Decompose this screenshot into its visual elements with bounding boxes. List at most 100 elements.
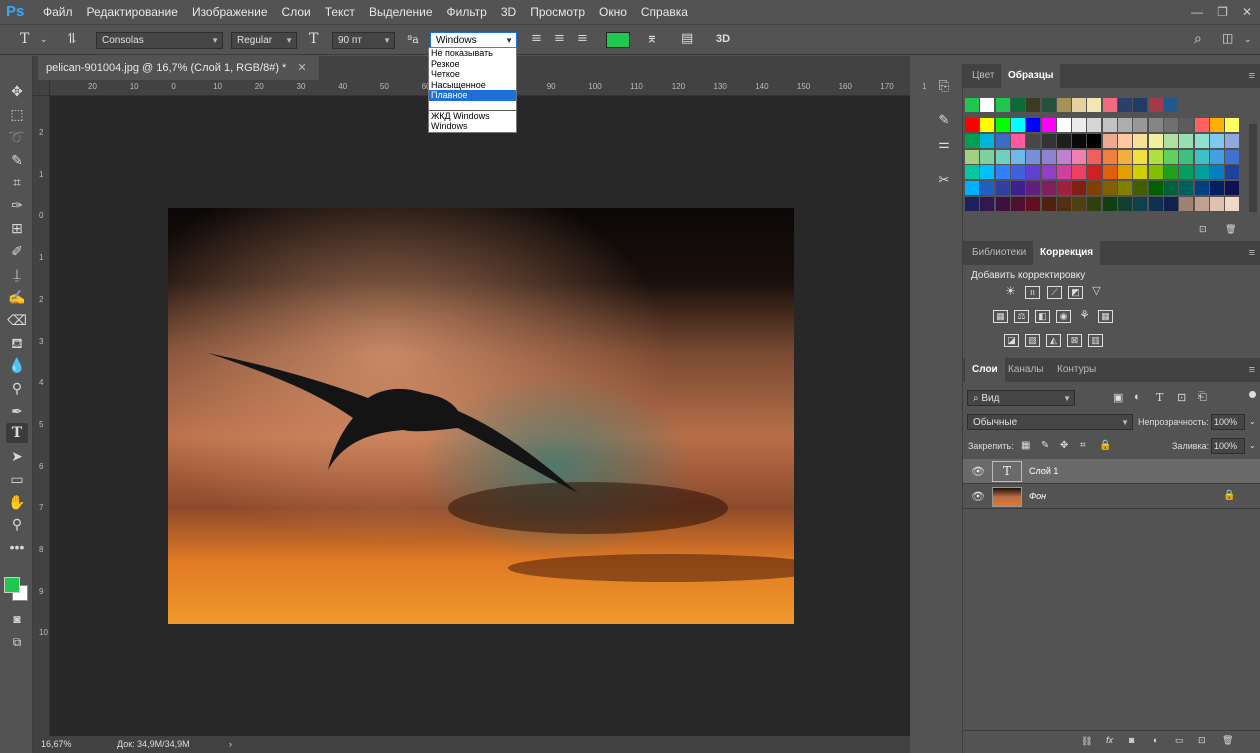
photo-filter-icon[interactable]: ◉ — [1056, 310, 1071, 323]
swatch[interactable] — [1225, 165, 1240, 180]
new-swatch-icon[interactable]: ⊡ — [1199, 224, 1207, 235]
swatch[interactable] — [980, 181, 995, 196]
invert-icon[interactable]: ◪ — [1004, 334, 1019, 347]
filter-adjustment-icon[interactable]: ◐ — [1134, 391, 1141, 403]
swatch[interactable] — [1041, 98, 1056, 112]
swatch[interactable] — [1163, 98, 1178, 112]
swatch[interactable] — [980, 149, 995, 164]
swatch[interactable] — [1087, 165, 1102, 180]
fx-icon[interactable]: fx — [1106, 735, 1113, 745]
marquee-tool-icon[interactable]: ⬚ — [6, 104, 28, 124]
tab-color[interactable]: Цвет — [965, 64, 1001, 88]
foreground-color-swatch[interactable] — [4, 577, 20, 593]
curves-icon[interactable]: ⟋ — [1047, 286, 1062, 299]
swatch[interactable] — [1102, 181, 1117, 196]
swatch[interactable] — [1118, 118, 1132, 132]
layer-row-background[interactable]: 👁 Фон 🔒 — [963, 484, 1260, 509]
history-brush-tool-icon[interactable]: ✍ — [6, 287, 28, 307]
swatch[interactable] — [1179, 197, 1194, 211]
rectangle-tool-icon[interactable]: ▭ — [6, 469, 28, 489]
swatch[interactable] — [980, 165, 995, 180]
delete-layer-icon[interactable]: 🗑 — [1222, 735, 1233, 746]
selective-color-icon[interactable]: ⊠ — [1067, 334, 1082, 347]
close-icon[interactable]: ✕ — [1242, 5, 1252, 19]
swatch[interactable] — [1209, 133, 1224, 148]
lock-position-icon[interactable]: ✥ — [1060, 440, 1068, 451]
aa-option-windows-lcd[interactable]: ЖКД Windows — [429, 111, 516, 122]
tab-libraries[interactable]: Библиотеки — [965, 241, 1033, 265]
swatch[interactable] — [1133, 98, 1148, 112]
swatch[interactable] — [980, 133, 995, 148]
align-right-icon[interactable]: ≡ — [577, 31, 588, 46]
swatch[interactable] — [1087, 149, 1102, 164]
swatch[interactable] — [1010, 98, 1025, 112]
menu-type[interactable]: Текст — [318, 0, 362, 24]
lock-artboard-icon[interactable]: ⌗ — [1080, 440, 1086, 451]
filter-shape-icon[interactable]: ⊡ — [1177, 391, 1186, 404]
aa-option-crisp[interactable]: Четкое — [429, 69, 516, 80]
swatch[interactable] — [1087, 181, 1102, 196]
filter-smart-object-icon[interactable]: ⎗ — [1198, 391, 1207, 404]
swatch[interactable] — [1041, 165, 1056, 180]
swatch[interactable] — [1163, 118, 1178, 132]
quick-select-tool-icon[interactable]: ✎ — [6, 150, 28, 170]
swatch[interactable] — [980, 197, 995, 211]
black-white-icon[interactable]: ◧ — [1035, 310, 1050, 323]
swatch[interactable] — [1194, 118, 1209, 132]
swatch[interactable] — [1072, 165, 1087, 180]
swatch[interactable] — [1102, 118, 1117, 132]
aa-option-none[interactable]: Не показывать — [429, 48, 516, 59]
tool-presets-icon[interactable]: ✂ — [934, 172, 954, 192]
menu-3d[interactable]: 3D — [494, 0, 523, 24]
menu-layers[interactable]: Слои — [275, 0, 318, 24]
filter-toggle-icon[interactable] — [1249, 391, 1256, 398]
vibrance-icon[interactable]: ▽ — [1089, 286, 1104, 299]
swatch[interactable] — [1179, 118, 1194, 132]
hue-saturation-icon[interactable]: ▦ — [993, 310, 1008, 323]
swatch[interactable] — [965, 98, 979, 112]
fill-input[interactable]: 100% — [1211, 438, 1245, 454]
workspace-icon[interactable]: ◫ — [1222, 31, 1233, 45]
swatch[interactable] — [1118, 149, 1132, 164]
lock-pixels-icon[interactable]: ✎ — [1041, 440, 1049, 451]
type-tool-icon[interactable]: T — [6, 423, 28, 443]
history-panel-icon[interactable]: ⎘ — [934, 78, 954, 98]
tab-paths[interactable]: Контуры — [1050, 358, 1103, 382]
menu-select[interactable]: Выделение — [362, 0, 440, 24]
swatch[interactable] — [965, 149, 979, 164]
blur-tool-icon[interactable]: 💧 — [6, 355, 28, 375]
swatch[interactable] — [1225, 118, 1240, 132]
swatch[interactable] — [1102, 197, 1117, 211]
font-family-select[interactable]: Consolas ▼ — [96, 32, 223, 49]
swatch[interactable] — [1209, 165, 1224, 180]
swatch[interactable] — [1148, 133, 1163, 148]
exposure-icon[interactable]: ◩ — [1068, 286, 1083, 299]
swatch[interactable] — [1179, 133, 1194, 148]
swatch[interactable] — [1026, 118, 1041, 132]
canvas-area[interactable] — [50, 96, 910, 736]
swatch[interactable] — [1026, 197, 1041, 211]
new-layer-icon[interactable]: ⊡ — [1198, 735, 1206, 746]
swatch[interactable] — [1026, 181, 1041, 196]
menu-image[interactable]: Изображение — [185, 0, 275, 24]
tab-layers[interactable]: Слои — [965, 358, 1005, 382]
swatch[interactable] — [1163, 197, 1178, 211]
layer-name[interactable]: Фон — [1029, 491, 1046, 501]
panel-menu-icon[interactable]: ≡ — [1249, 247, 1255, 259]
zoom-level[interactable]: 16,67% — [41, 736, 72, 753]
document-tab[interactable]: pelican-901004.jpg @ 16,7% (Слой 1, RGB/… — [38, 56, 319, 80]
swatch[interactable] — [995, 149, 1010, 164]
swatch[interactable] — [1010, 181, 1025, 196]
aa-option-windows[interactable]: Windows — [429, 121, 516, 132]
align-center-icon[interactable]: ≡ — [554, 31, 565, 46]
swatch[interactable] — [1194, 197, 1209, 211]
eraser-tool-icon[interactable]: ⌫ — [6, 310, 28, 330]
blend-mode-select[interactable]: Обычные ▼ — [967, 414, 1133, 430]
threshold-icon[interactable]: ◭ — [1046, 334, 1061, 347]
swatch[interactable] — [1148, 197, 1163, 211]
swatch[interactable] — [1026, 165, 1041, 180]
aa-option-sharp[interactable]: Резкое — [429, 59, 516, 70]
menu-filter[interactable]: Фильтр — [440, 0, 494, 24]
swatch[interactable] — [965, 181, 979, 196]
swatch[interactable] — [1087, 133, 1102, 148]
